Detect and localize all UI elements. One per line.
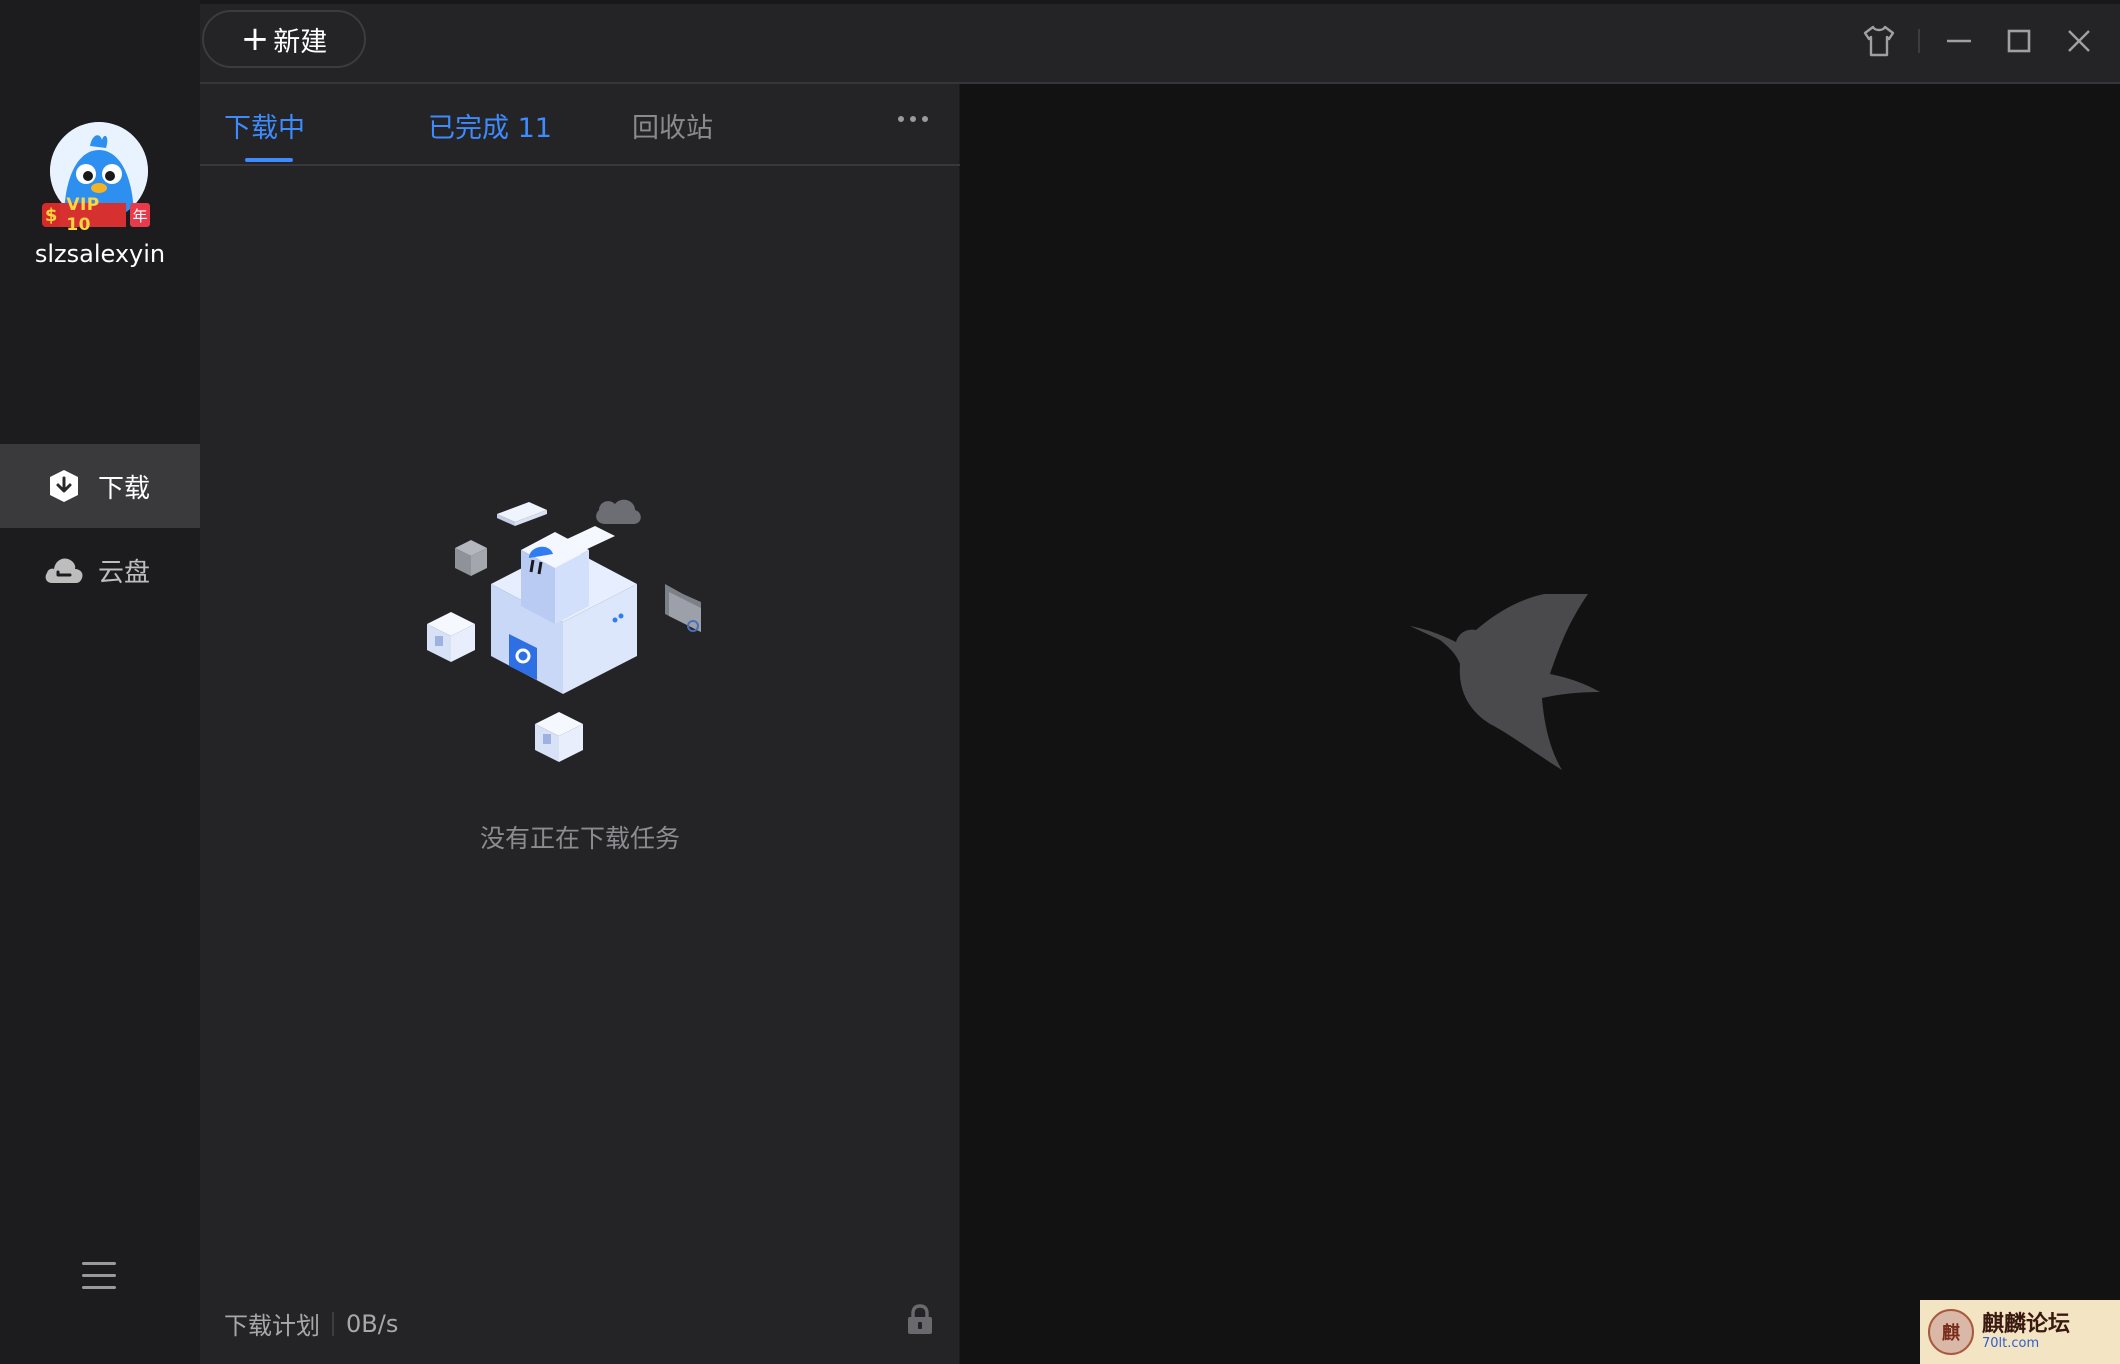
more-options-icon[interactable] <box>898 116 928 128</box>
watermark-title: 麒麟论坛 <box>1982 1311 2071 1338</box>
tab-downloading[interactable]: 下载中 <box>224 106 305 145</box>
app-window: $ VIP 10 年 slzsalexyin 下载 云盘 + 新建 下载中 已完… <box>0 0 2120 1364</box>
download-shield-icon <box>44 466 84 506</box>
new-task-button[interactable]: + 新建 <box>202 10 366 68</box>
active-tab-indicator <box>245 158 293 162</box>
watermark-subtitle: 70lt.com <box>1982 1336 2040 1352</box>
sidebar: $ VIP 10 年 slzsalexyin 下载 云盘 <box>0 0 200 1364</box>
empty-state-message: 没有正在下载任务 <box>479 824 680 853</box>
skin-icon[interactable] <box>1858 20 1900 62</box>
title-bar: + 新建 <box>200 0 2120 84</box>
tab-bar: 下载中 已完成 11 回收站 <box>200 84 960 166</box>
detail-area <box>960 84 2120 1364</box>
username[interactable]: slzsalexyin <box>0 240 200 268</box>
hamburger-menu-icon[interactable] <box>82 1262 116 1290</box>
sidebar-item-cloud[interactable]: 云盘 <box>0 528 200 612</box>
watermark-text: 麒麟论坛 70lt.com <box>1982 1312 2070 1352</box>
window-controls <box>1840 20 2100 62</box>
vip-year-badge: 年 <box>130 203 150 227</box>
empty-state-illustration-icon <box>425 484 745 784</box>
plus-icon: + <box>240 19 270 59</box>
new-task-label: 新建 <box>273 26 328 58</box>
cloud-icon <box>44 550 84 590</box>
status-footer: 下载计划 0B/s <box>224 1306 398 1341</box>
user-profile[interactable]: $ VIP 10 年 <box>42 122 150 235</box>
hummingbird-logo-icon <box>1410 591 1670 834</box>
vip-badge[interactable]: $ VIP 10 年 <box>42 195 150 235</box>
close-icon[interactable] <box>2058 20 2100 62</box>
vip-level: VIP 10 <box>60 195 127 235</box>
sidebar-item-download[interactable]: 下载 <box>0 444 200 528</box>
download-speed: 0B/s <box>346 1309 399 1338</box>
minimize-icon[interactable] <box>1938 20 1980 62</box>
sidebar-item-label: 下载 <box>98 473 151 504</box>
vip-symbol: $ <box>42 203 61 227</box>
control-separator <box>1918 29 1920 53</box>
watermark: 麒 麒麟论坛 70lt.com <box>1920 1300 2120 1364</box>
watermark-logo: 麒 <box>1928 1309 1974 1355</box>
sidebar-item-label: 云盘 <box>98 557 151 588</box>
tab-recycle-bin[interactable]: 回收站 <box>632 106 713 145</box>
download-panel: 下载中 已完成 11 回收站 没有正在下载任务 下载计划 0B/s <box>200 84 960 1364</box>
tab-completed[interactable]: 已完成 11 <box>428 106 552 145</box>
footer-divider <box>332 1311 334 1336</box>
maximize-icon[interactable] <box>1998 20 2040 62</box>
download-plan-link[interactable]: 下载计划 <box>224 1306 320 1341</box>
lock-icon[interactable] <box>906 1304 934 1336</box>
